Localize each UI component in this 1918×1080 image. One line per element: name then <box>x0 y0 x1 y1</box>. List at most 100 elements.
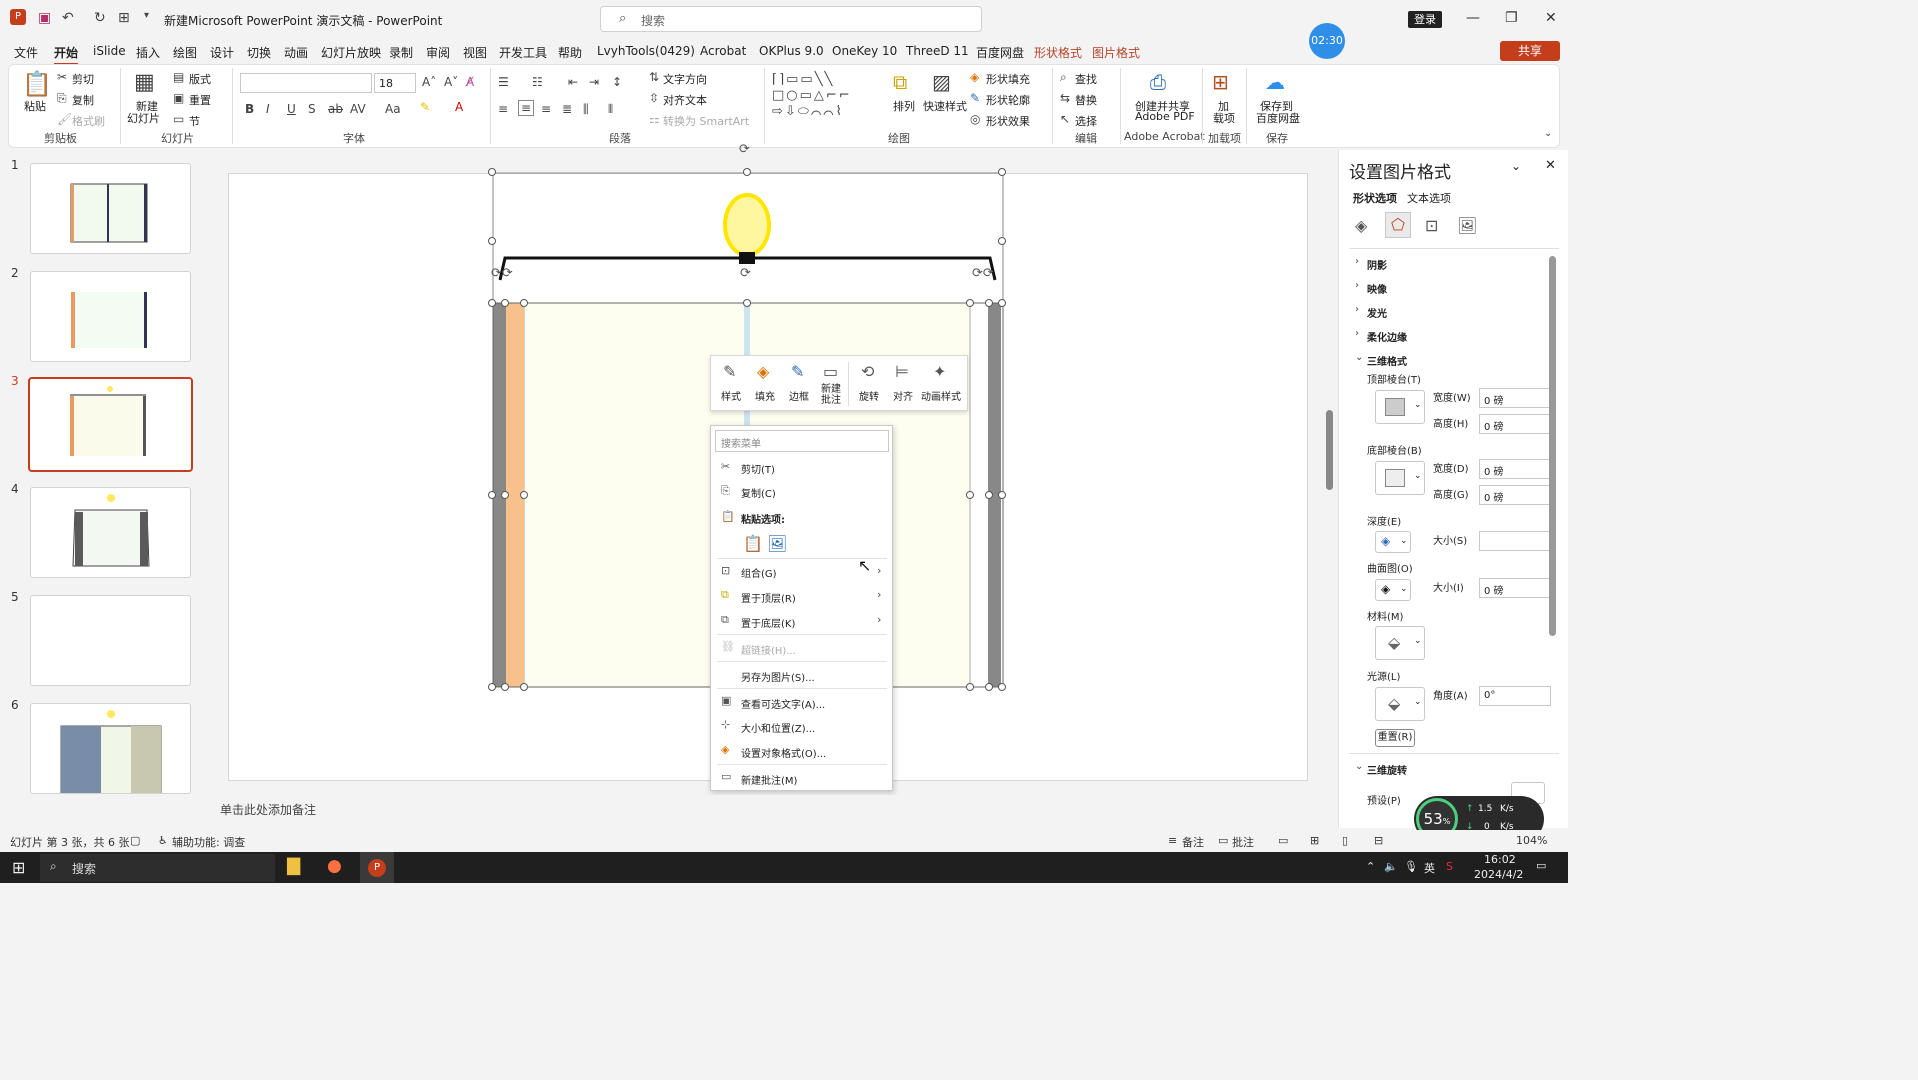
align-center-icon[interactable]: ≡ <box>518 100 535 116</box>
paste-keep-format-icon[interactable]: 📋 <box>743 534 763 553</box>
tab-record[interactable]: 录制 <box>389 44 413 61</box>
create-pdf-label-2[interactable]: Adobe PDF <box>1135 110 1195 123</box>
fill-line-icon[interactable]: ◈ <box>1355 216 1367 235</box>
tab-acrobat[interactable]: Acrobat <box>700 44 746 58</box>
format-painter-icon[interactable]: 🖌 <box>57 112 72 126</box>
slide-thumbnail-6[interactable] <box>30 703 191 794</box>
align-icon[interactable]: ⊨ <box>895 362 909 381</box>
comments-button[interactable]: 批注 <box>1232 834 1254 850</box>
line-spacing-icon[interactable]: ↕ <box>612 75 622 89</box>
layout-label[interactable]: 版式 <box>189 71 211 87</box>
section-soft-edges[interactable]: 柔化边缘 <box>1367 329 1407 344</box>
timer-badge[interactable]: 02:30 <box>1309 23 1345 59</box>
slide-thumbnail-1[interactable] <box>30 163 191 254</box>
section-3d-rotation[interactable]: 三维旋转 <box>1367 762 1407 777</box>
accessibility-status[interactable]: 辅助功能: 调查 <box>172 834 245 850</box>
resize-handle[interactable] <box>966 299 974 307</box>
baidu-cloud-icon[interactable]: ☁ <box>1265 70 1285 94</box>
tab-insert[interactable]: 插入 <box>136 44 160 61</box>
resize-handle[interactable] <box>966 683 974 691</box>
numbering-icon[interactable]: ☷ <box>532 75 543 89</box>
volume-icon[interactable]: 🔈 <box>1384 860 1398 873</box>
bottom-width-input[interactable]: 0 磅 <box>1479 459 1551 479</box>
find-icon[interactable]: ⌕ <box>1060 70 1067 85</box>
scrollbar-thumb[interactable] <box>1326 410 1333 490</box>
material-select[interactable]: ⬙ ⌄ <box>1375 626 1425 660</box>
resize-handle[interactable] <box>501 299 509 307</box>
menu-alt-text[interactable]: 查看可选文字(A)... <box>741 696 825 711</box>
paste-picture-icon[interactable]: 🖼 <box>767 534 787 553</box>
bottom-bevel-select[interactable]: ⌄ <box>1375 461 1425 495</box>
lighting-select[interactable]: ⬙ ⌄ <box>1375 687 1425 721</box>
ime-icon[interactable]: S <box>1446 860 1453 873</box>
microphone-icon[interactable]: 🎙 <box>1404 860 1418 873</box>
section-icon[interactable]: ▭ <box>173 112 184 126</box>
minitb-fill[interactable]: 填充 <box>755 388 775 403</box>
create-pdf-icon[interactable]: ⎙ <box>1150 70 1166 94</box>
layout-icon[interactable]: ▤ <box>173 70 184 84</box>
minitb-outline[interactable]: 边框 <box>789 388 809 403</box>
menu-new-comment[interactable]: 新建批注(M) <box>741 772 797 787</box>
taskbar-search[interactable]: ⌕ 搜索 <box>40 854 275 882</box>
share-button[interactable]: 共享 <box>1500 41 1560 61</box>
menu-cut[interactable]: 剪切(T) <box>741 461 775 476</box>
font-color-icon[interactable]: A <box>455 100 463 114</box>
minitb-animation[interactable]: 动画样式 <box>921 388 961 403</box>
angle-input[interactable]: 0° <box>1479 686 1551 706</box>
resize-handle[interactable] <box>998 237 1006 245</box>
resize-handle[interactable] <box>985 683 993 691</box>
cut-label[interactable]: 剪切 <box>72 71 94 87</box>
quick-styles-label[interactable]: 快速样式 <box>923 98 967 114</box>
top-height-input[interactable]: 0 磅 <box>1479 414 1551 434</box>
redo-icon[interactable]: ↻ <box>94 10 106 26</box>
shrink-font-icon[interactable]: A˅ <box>444 75 458 89</box>
depth-size-input[interactable] <box>1479 531 1551 551</box>
change-case-icon[interactable]: Aa <box>385 102 401 116</box>
notifications-icon[interactable]: ▭ <box>1536 859 1546 872</box>
resize-handle[interactable] <box>488 168 496 176</box>
menu-copy[interactable]: 复制(C) <box>741 485 776 500</box>
canvas-scrollbar[interactable] <box>1325 150 1334 790</box>
align-text-label[interactable]: 对齐文本 <box>663 92 707 108</box>
resize-handle[interactable] <box>488 683 496 691</box>
select-icon[interactable]: ↖ <box>1060 112 1070 126</box>
slide-thumbnail-3[interactable] <box>28 377 193 472</box>
rotate-icon[interactable]: ⟲ <box>861 362 874 381</box>
slide-thumbnail-2[interactable] <box>30 271 191 362</box>
shape-fill-label[interactable]: 形状填充 <box>986 71 1030 87</box>
reset-icon[interactable]: ▣ <box>173 91 184 105</box>
menu-group[interactable]: 组合(G) <box>741 565 777 580</box>
shapes-gallery[interactable]: ⌈⌉▭▭╲╲ □○▭△⌐⌐ ⇨⇩⬭⌒⌒⌇ <box>772 72 882 124</box>
resize-handle[interactable] <box>488 299 496 307</box>
menu-send-back[interactable]: 置于底层(K) <box>741 615 795 630</box>
shape-fill-icon[interactable]: ◈ <box>970 70 979 84</box>
align-left-icon[interactable]: ≡ <box>498 102 508 116</box>
tab-help[interactable]: 帮助 <box>558 44 582 61</box>
replace-label[interactable]: 替换 <box>1075 92 1097 108</box>
shadow-icon[interactable]: S <box>308 102 316 116</box>
bullets-icon[interactable]: ☰ <box>498 75 509 89</box>
resize-handle[interactable] <box>520 299 528 307</box>
contour-color-select[interactable]: ◈ ⌄ <box>1375 579 1411 601</box>
slide-sorter-icon[interactable]: ⊞ <box>1310 834 1319 847</box>
strikethrough-icon[interactable]: ab <box>328 102 343 116</box>
tab-home[interactable]: 开始 <box>54 44 79 65</box>
zoom-level[interactable]: 104% <box>1516 834 1547 847</box>
shape-effects-icon[interactable]: ◎ <box>970 112 980 126</box>
firefox-icon[interactable]: ● <box>327 856 342 876</box>
tab-slideshow[interactable]: 幻灯片放映 <box>321 44 381 61</box>
pane-scrollbar[interactable] <box>1549 256 1556 636</box>
replace-icon[interactable]: ⇆ <box>1060 91 1070 105</box>
font-family-select[interactable] <box>240 73 372 93</box>
new-comment-icon[interactable]: ▭ <box>823 362 838 381</box>
reset-label[interactable]: 重置 <box>189 92 211 108</box>
increase-indent-icon[interactable]: ⇥ <box>589 75 599 89</box>
select-label[interactable]: 选择 <box>1075 113 1097 129</box>
pane-close-icon[interactable]: ✕ <box>1545 158 1556 173</box>
tab-review[interactable]: 审阅 <box>426 44 450 61</box>
distributed-icon[interactable]: ⫼ <box>583 102 589 117</box>
tab-developer[interactable]: 开发工具 <box>499 44 547 61</box>
align-right-icon[interactable]: ≡ <box>541 102 551 116</box>
normal-view-icon[interactable]: ▭ <box>1278 834 1288 847</box>
reading-view-icon[interactable]: ▯ <box>1342 834 1348 847</box>
